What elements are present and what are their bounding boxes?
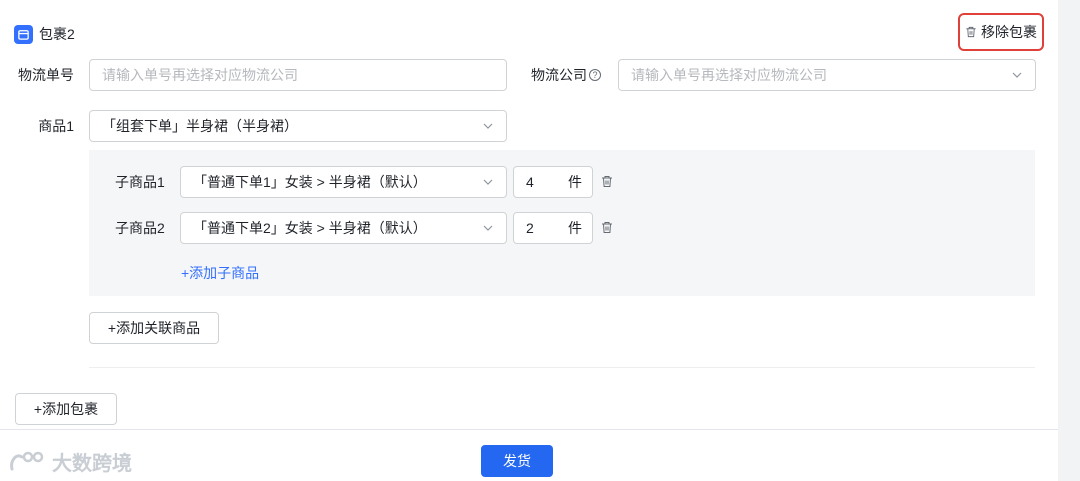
logo-icon — [10, 451, 44, 470]
sub-product-select[interactable]: 「普通下单1」女装 > 半身裙（默认） — [180, 166, 507, 198]
tracking-number-placeholder: 请输入单号再选择对应物流公司 — [102, 67, 298, 83]
quantity-value: 2 — [526, 220, 534, 236]
package-title: 包裹2 — [39, 26, 75, 42]
quantity-value: 4 — [526, 174, 534, 190]
chevron-down-icon — [483, 179, 493, 185]
add-related-product-button[interactable]: +添加关联商品 — [89, 312, 219, 344]
quantity-unit: 件 — [568, 174, 582, 190]
package-header: 包裹2 — [14, 23, 75, 45]
ship-button[interactable]: 发货 — [481, 445, 553, 477]
tracking-number-input[interactable]: 请输入单号再选择对应物流公司 — [89, 59, 507, 91]
sub-product-label: 子商品2 — [115, 220, 165, 236]
logistics-company-label: 物流公司? — [531, 60, 621, 90]
tracking-number-label: 物流单号 — [18, 67, 74, 83]
remove-package-button[interactable]: 移除包裹 — [958, 13, 1044, 51]
package-icon — [14, 24, 33, 44]
sub-product-value: 「普通下单1」女装 > 半身裙（默认） — [193, 174, 427, 190]
chevron-down-icon — [483, 225, 493, 231]
quantity-unit: 件 — [568, 220, 582, 236]
logistics-company-select[interactable]: 请输入单号再选择对应物流公司 — [618, 59, 1036, 91]
watermark-logo: 大数跨境 — [8, 447, 132, 476]
add-sub-product-button[interactable]: +添加子商品 — [181, 263, 259, 283]
delete-sub-product-button[interactable] — [601, 221, 615, 235]
quantity-input[interactable]: 4 件 — [513, 166, 593, 198]
remove-package-label: 移除包裹 — [981, 24, 1037, 40]
chevron-down-icon — [1012, 72, 1022, 78]
sub-product-select[interactable]: 「普通下单2」女装 > 半身裙（默认） — [180, 212, 507, 244]
product-value: 「组套下单」半身裙（半身裙） — [102, 118, 298, 134]
sub-product-label: 子商品1 — [115, 174, 165, 190]
scrollbar-gutter[interactable] — [1058, 0, 1080, 481]
watermark-text: 大数跨境 — [52, 453, 132, 475]
quantity-input[interactable]: 2 件 — [513, 212, 593, 244]
sub-product-value: 「普通下单2」女装 > 半身裙（默认） — [193, 220, 427, 236]
logistics-company-placeholder: 请输入单号再选择对应物流公司 — [631, 67, 827, 83]
add-package-button[interactable]: +添加包裹 — [15, 393, 117, 425]
footer-divider — [0, 429, 1058, 430]
trash-icon — [602, 222, 612, 233]
logistics-company-text: 物流公司 — [531, 67, 587, 83]
help-icon[interactable]: ? — [589, 69, 601, 82]
section-divider — [89, 367, 1035, 368]
delete-sub-product-button[interactable] — [601, 175, 615, 189]
trash-icon — [966, 26, 976, 38]
product-label: 商品1 — [38, 118, 74, 134]
product-select[interactable]: 「组套下单」半身裙（半身裙） — [89, 110, 507, 142]
trash-icon — [602, 176, 612, 187]
chevron-down-icon — [483, 123, 493, 129]
